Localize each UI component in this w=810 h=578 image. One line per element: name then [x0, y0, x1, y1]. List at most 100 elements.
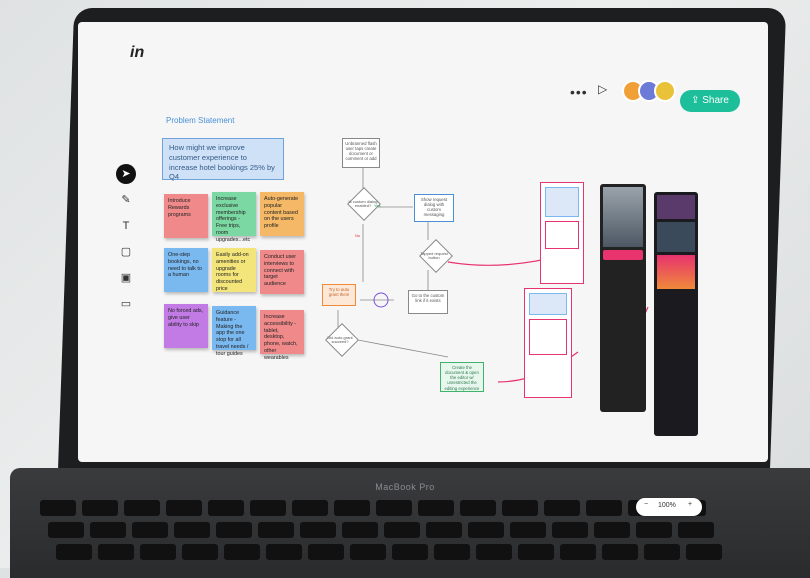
keyboard-key — [250, 500, 286, 516]
shape-tool-icon[interactable]: ▢ — [116, 242, 136, 262]
keyboard-key — [426, 522, 462, 538]
keyboard-key — [510, 522, 546, 538]
keyboard-key — [476, 544, 512, 560]
keyboard-key — [502, 500, 538, 516]
sticky-note[interactable]: Conduct user interviews to connect with … — [260, 250, 304, 294]
keyboard-key — [392, 544, 428, 560]
keyboard-key — [216, 522, 252, 538]
share-button[interactable]: ⇪ Share — [680, 90, 740, 112]
keyboard-key — [266, 544, 302, 560]
wireframe-text-block — [545, 221, 579, 249]
keyboard-key — [342, 522, 378, 538]
pen-tool-icon[interactable]: ✎ — [116, 190, 136, 210]
keyboard-key — [40, 500, 76, 516]
sticky-note[interactable]: Guidance feature - Making the app the on… — [212, 306, 256, 357]
problem-statement-title[interactable]: Problem Statement — [166, 116, 234, 125]
sticky-note[interactable]: Introduce Rewards programs — [164, 194, 208, 238]
keyboard-key — [258, 522, 294, 538]
share-label: Share — [702, 95, 729, 106]
select-tool-icon[interactable]: ➤ — [116, 164, 136, 184]
mockup-feed-card — [657, 195, 695, 219]
keyboard-key — [166, 500, 202, 516]
left-toolbar: ➤ ✎ T ▢ ▣ ▭ — [116, 164, 136, 324]
sticky-note[interactable]: Increase accessibility - tablet, desktop… — [260, 310, 304, 361]
laptop-brand-label: MacBook Pro — [375, 482, 435, 492]
mockup-feed-banner — [657, 255, 695, 289]
flow-decision-label: Tapped request button — [420, 251, 448, 261]
flow-show-dialog-node[interactable]: Show request dialog with custom messagin… — [414, 194, 454, 222]
sticky-note[interactable]: Auto-generate popular content based on t… — [260, 192, 304, 236]
keyboard-key — [586, 500, 622, 516]
keyboard-key — [308, 544, 344, 560]
keyboard-key — [90, 522, 126, 538]
keyboard-key — [434, 544, 470, 560]
wireframe-list — [529, 319, 567, 355]
mockup-hotel-detail[interactable] — [600, 184, 646, 412]
keyboard-key — [544, 500, 580, 516]
problem-statement-card[interactable]: How might we improve customer experience… — [162, 138, 284, 181]
sticky-note[interactable]: No forced ads, give user ability to skip — [164, 304, 208, 348]
flow-auto-grant-node[interactable]: Try to auto grant them — [322, 284, 356, 306]
keyboard-key — [636, 522, 672, 538]
sticky-note[interactable]: Increase exclusive membership offerings … — [212, 192, 256, 243]
flow-no-label: No — [355, 233, 361, 238]
zoom-value: 100% — [658, 502, 676, 509]
wireframe-screen[interactable] — [524, 288, 572, 398]
keyboard-key — [350, 544, 386, 560]
text-tool-icon[interactable]: T — [116, 216, 136, 236]
mockup-hotel-feed[interactable] — [654, 192, 698, 436]
mockup-cta-button — [603, 250, 643, 260]
keyboard-key — [174, 522, 210, 538]
mockup-hero-image — [603, 187, 643, 247]
keyboard-key — [292, 500, 328, 516]
keyboard-key — [418, 500, 454, 516]
app-canvas[interactable]: in ➤ ✎ T ▢ ▣ ▭ ••• ▷ ⇪ Share Problem Statemen… — [78, 22, 768, 462]
keyboard-key — [376, 500, 412, 516]
keyboard-key — [300, 522, 336, 538]
keyboard-key — [82, 500, 118, 516]
keyboard-key — [140, 544, 176, 560]
keyboard-key — [560, 544, 596, 560]
keyboard-key — [224, 544, 260, 560]
flow-goto-custom-node[interactable]: Go to the custom link if it exists — [408, 290, 448, 314]
keyboard-key — [460, 500, 496, 516]
image-tool-icon[interactable]: ▣ — [116, 268, 136, 288]
keyboard-key — [182, 544, 218, 560]
keyboard — [40, 500, 740, 570]
keyboard-key — [602, 544, 638, 560]
present-play-icon[interactable]: ▷ — [598, 82, 607, 96]
sticky-tool-icon[interactable]: ▭ — [116, 294, 136, 314]
flow-start-node[interactable]: Unbranned flash user taps create documen… — [342, 138, 380, 168]
keyboard-key — [644, 544, 680, 560]
flow-create-doc-node[interactable]: Create the document & open the editor w/… — [440, 362, 484, 392]
wireframe-image-placeholder — [545, 187, 579, 217]
flow-decision-label: Did auto-grant succeed? — [327, 335, 353, 345]
keyboard-key — [48, 522, 84, 538]
wireframe-image-placeholder — [529, 293, 567, 315]
keyboard-key — [678, 522, 714, 538]
avatar[interactable] — [654, 80, 676, 102]
keyboard-key — [518, 544, 554, 560]
app-logo[interactable]: in — [130, 44, 144, 62]
zoom-control: − 100% + — [636, 498, 702, 516]
keyboard-key — [208, 500, 244, 516]
keyboard-key — [56, 544, 92, 560]
mockup-feed-card — [657, 222, 695, 252]
sticky-note[interactable]: One-step bookings, no need to talk to a … — [164, 248, 208, 292]
keyboard-key — [686, 544, 722, 560]
keyboard-key — [468, 522, 504, 538]
keyboard-key — [594, 522, 630, 538]
keyboard-key — [552, 522, 588, 538]
more-options-icon[interactable]: ••• — [570, 84, 588, 100]
keyboard-key — [334, 500, 370, 516]
keyboard-key — [384, 522, 420, 538]
zoom-out-button[interactable]: − — [644, 501, 648, 508]
sticky-note[interactable]: Easily add-on amenities or upgrade rooms… — [212, 248, 256, 292]
flow-yes-label: Yes — [374, 203, 381, 208]
keyboard-key — [132, 522, 168, 538]
keyboard-key — [98, 544, 134, 560]
share-icon: ⇪ — [691, 95, 703, 106]
wireframe-screen[interactable] — [540, 182, 584, 284]
keyboard-key — [124, 500, 160, 516]
zoom-in-button[interactable]: + — [688, 501, 692, 508]
